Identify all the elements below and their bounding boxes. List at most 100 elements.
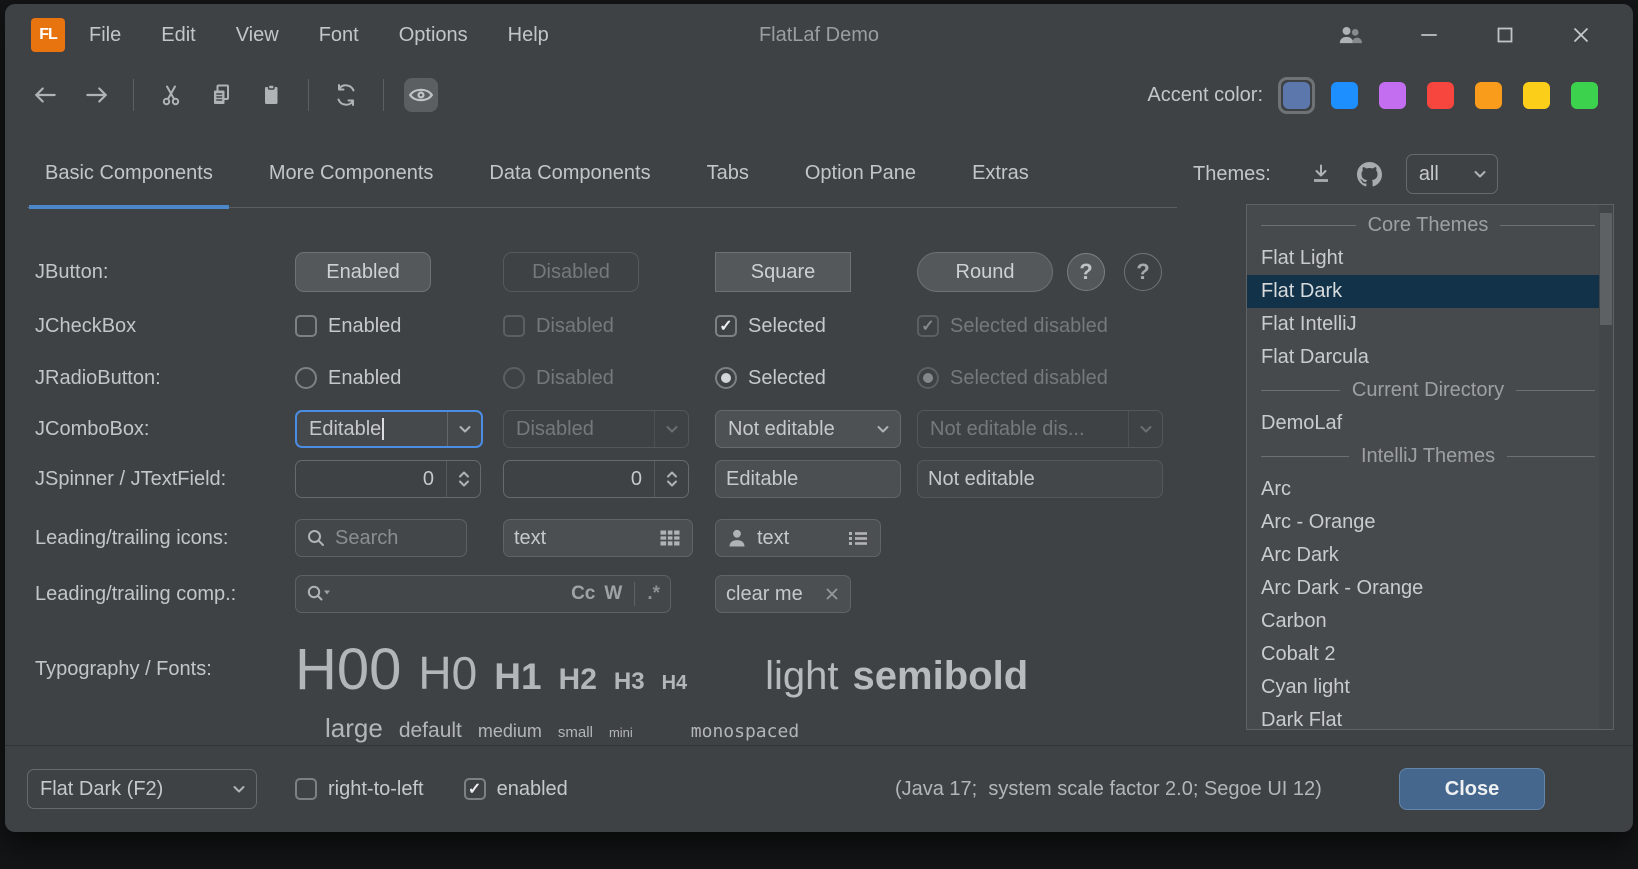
tab-data-components[interactable]: Data Components xyxy=(473,150,666,208)
accent-swatch-green[interactable] xyxy=(1566,77,1603,114)
spinner-arrows-icon[interactable] xyxy=(654,461,688,497)
theme-item-cobalt-2[interactable]: Cobalt 2 xyxy=(1247,638,1613,671)
theme-item-demolaf[interactable]: DemoLaf xyxy=(1247,407,1613,440)
checkbox-selected[interactable]: ✓ xyxy=(715,315,737,337)
combobox-editable-value: Editable xyxy=(309,418,381,440)
menu-view[interactable]: View xyxy=(236,24,279,47)
forward-button[interactable] xyxy=(79,78,113,112)
checkbox-disabled xyxy=(503,315,525,337)
match-case-button[interactable]: Cc xyxy=(571,583,595,605)
accent-swatch-purple[interactable] xyxy=(1374,77,1411,114)
theme-item-flat-dark[interactable]: Flat Dark xyxy=(1247,275,1613,308)
square-button[interactable]: Square xyxy=(715,252,851,292)
spinner-arrows-icon[interactable] xyxy=(446,461,480,497)
enabled-checkbox[interactable]: ✓ enabled xyxy=(464,778,568,801)
combobox-not-editable[interactable]: Not editable xyxy=(715,410,901,448)
accent-swatch-yellow[interactable] xyxy=(1518,77,1555,114)
accent-swatch-default[interactable] xyxy=(1278,77,1315,114)
enabled-button[interactable]: Enabled xyxy=(295,252,431,292)
disabled-button: Disabled xyxy=(503,252,639,292)
radio-selected[interactable] xyxy=(715,367,737,389)
theme-item-carbon[interactable]: Carbon xyxy=(1247,605,1613,638)
menu-options[interactable]: Options xyxy=(399,24,468,47)
theme-item-arc-dark-orange[interactable]: Arc Dark - Orange xyxy=(1247,572,1613,605)
theme-item-flat-darcula[interactable]: Flat Darcula xyxy=(1247,341,1613,374)
h4-sample: H4 xyxy=(662,672,688,695)
theme-item-arc[interactable]: Arc xyxy=(1247,473,1613,506)
checkbox[interactable]: ✓ xyxy=(464,778,486,800)
checkbox[interactable] xyxy=(295,778,317,800)
themes-label: Themes: xyxy=(1193,163,1271,186)
help-button-2[interactable]: ? xyxy=(1124,253,1162,291)
menu-file[interactable]: File xyxy=(89,24,121,47)
chevron-down-icon[interactable] xyxy=(1463,155,1497,193)
regex-button[interactable]: .* xyxy=(647,583,660,605)
list-icon xyxy=(846,527,870,549)
typography-label: Typography / Fonts: xyxy=(35,658,295,681)
radio-disabled xyxy=(503,367,525,389)
tab-more-components[interactable]: More Components xyxy=(253,150,450,208)
maximize-icon[interactable] xyxy=(1495,25,1515,45)
menu-font[interactable]: Font xyxy=(319,24,359,47)
show-hidden-eye-toggle[interactable] xyxy=(404,78,438,112)
search-dropdown-icon[interactable] xyxy=(306,584,332,604)
chevron-down-icon[interactable] xyxy=(447,412,481,446)
jradiobutton-row: JRadioButton: Enabled Disabled Selected … xyxy=(35,352,1177,404)
theme-item-flat-light[interactable]: Flat Light xyxy=(1247,242,1613,275)
h1-sample: H1 xyxy=(494,656,541,698)
typography-row: Typography / Fonts: H00 H0 H1 H2 H3 H4 l… xyxy=(35,636,1177,703)
checkbox-enabled[interactable] xyxy=(295,315,317,337)
text-input-value: text xyxy=(514,527,649,550)
help-button[interactable]: ? xyxy=(1067,253,1105,291)
text-input-table-icon[interactable]: text xyxy=(503,519,693,557)
search-with-options-input[interactable]: Cc W .* xyxy=(295,575,671,613)
leading-trailing-comp-label: Leading/trailing comp.: xyxy=(35,583,295,606)
users-icon[interactable] xyxy=(1337,24,1363,46)
theme-item-flat-intellij[interactable]: Flat IntelliJ xyxy=(1247,308,1613,341)
cut-button[interactable] xyxy=(154,78,188,112)
round-button[interactable]: Round xyxy=(917,252,1053,292)
combobox-editable[interactable]: Editable xyxy=(295,410,483,448)
accent-swatch-blue[interactable] xyxy=(1326,77,1363,114)
light-sample: light xyxy=(765,654,838,699)
chevron-down-icon[interactable] xyxy=(222,770,256,808)
accent-swatch-orange[interactable] xyxy=(1470,77,1507,114)
tab-option-pane[interactable]: Option Pane xyxy=(789,150,932,208)
spinner-field[interactable]: 0 xyxy=(295,460,481,498)
scrollbar-thumb[interactable] xyxy=(1600,213,1612,325)
lookandfeel-combobox[interactable]: Flat Dark (F2) xyxy=(27,769,257,809)
download-icon[interactable] xyxy=(1309,163,1333,185)
clear-x-icon[interactable] xyxy=(824,586,840,602)
back-button[interactable] xyxy=(29,78,63,112)
textfield-editable[interactable]: Editable xyxy=(715,460,901,498)
copy-button[interactable] xyxy=(204,78,238,112)
minimize-icon[interactable] xyxy=(1419,25,1439,45)
titlebar: FL File Edit View Font Options Help Flat… xyxy=(5,4,1633,66)
search-input[interactable]: Search xyxy=(295,519,467,557)
spinner-field-2[interactable]: 0 xyxy=(503,460,689,498)
theme-item-dark-flat[interactable]: Dark Flat xyxy=(1247,704,1613,730)
paste-button[interactable] xyxy=(254,78,288,112)
close-button[interactable]: Close xyxy=(1399,768,1545,810)
clearable-input[interactable]: clear me xyxy=(715,575,851,613)
radio-enabled[interactable] xyxy=(295,367,317,389)
close-icon[interactable] xyxy=(1571,25,1591,45)
refresh-button[interactable] xyxy=(329,78,363,112)
textfield-not-editable[interactable]: Not editable xyxy=(917,460,1163,498)
theme-item-arc-orange[interactable]: Arc - Orange xyxy=(1247,506,1613,539)
leading-trailing-icons-row: Leading/trailing icons: Search text text xyxy=(35,510,1177,566)
tab-tabs[interactable]: Tabs xyxy=(691,150,765,208)
accent-swatch-red[interactable] xyxy=(1422,77,1459,114)
tab-basic-components[interactable]: Basic Components xyxy=(29,150,229,208)
themes-filter-combobox[interactable]: all xyxy=(1406,154,1498,194)
menu-help[interactable]: Help xyxy=(508,24,549,47)
tab-extras[interactable]: Extras xyxy=(956,150,1045,208)
theme-item-arc-dark[interactable]: Arc Dark xyxy=(1247,539,1613,572)
right-to-left-checkbox[interactable]: right-to-left xyxy=(295,778,424,801)
github-icon[interactable] xyxy=(1357,162,1382,187)
chevron-down-icon[interactable] xyxy=(866,411,900,447)
menu-edit[interactable]: Edit xyxy=(161,24,195,47)
text-input-person-icon[interactable]: text xyxy=(715,519,881,557)
theme-item-cyan-light[interactable]: Cyan light xyxy=(1247,671,1613,704)
whole-word-button[interactable]: W xyxy=(604,583,622,605)
